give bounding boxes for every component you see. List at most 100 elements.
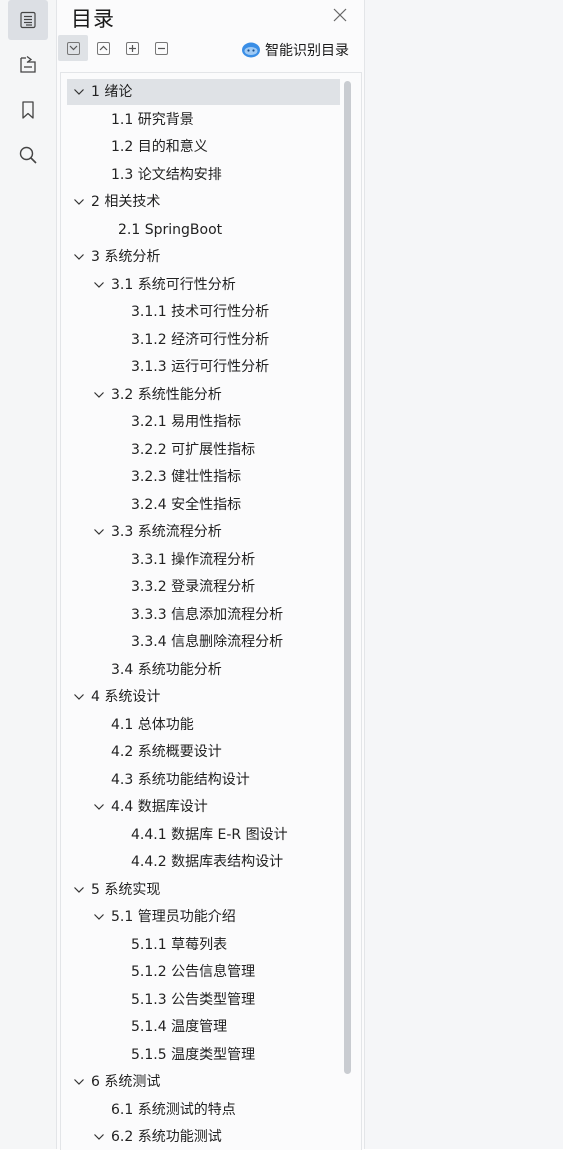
toc-item-label: 3.4 系统功能分析 (111, 661, 222, 678)
toc-item[interactable]: 6 系统测试 (67, 1069, 340, 1095)
chevron-down-icon[interactable] (73, 691, 85, 703)
toc-item-label: 5.1.1 草莓列表 (131, 936, 228, 953)
toc-item[interactable]: 4.1 总体功能 (67, 712, 340, 738)
bookmark-icon[interactable] (8, 90, 48, 130)
toc-item[interactable]: 3.3.2 登录流程分析 (67, 574, 340, 600)
toc-item[interactable]: 6.1 系统测试的特点 (67, 1097, 340, 1123)
toc-item-label: 4.2 系统概要设计 (111, 744, 222, 760)
toc-item[interactable]: 5.1.1 草莓列表 (67, 932, 340, 958)
chevron-down-icon[interactable] (93, 801, 105, 813)
toc-item[interactable]: 3.2.2 可扩展性指标 (67, 437, 340, 463)
left-toolbar (0, 0, 57, 1149)
toc-item-label: 3.1.1 技术可行性分析 (131, 304, 270, 320)
panel-title: 目录 (71, 7, 115, 31)
chevron-down-icon[interactable] (73, 196, 85, 208)
toc-item[interactable]: 3.1.3 运行可行性分析 (67, 354, 340, 380)
toc-item-label: 4.1 总体功能 (111, 716, 194, 733)
toc-item-label: 4.4.2 数据库表结构设计 (131, 854, 284, 870)
toc-item[interactable]: 5.1.4 温度管理 (67, 1014, 340, 1040)
toc-item-label: 5.1.2 公告信息管理 (131, 964, 256, 980)
expand-all-icon (66, 41, 80, 55)
outline-panel: 目录 智能识别目录 1 绪论 1.1 研究背景 1.2 目的和意义 1.3 论文结构安… (57, 0, 365, 1150)
plus-icon (125, 41, 139, 55)
chevron-down-icon[interactable] (93, 279, 105, 291)
toc-item-label: 1.3 论文结构安排 (111, 166, 222, 183)
collapse-all-button[interactable] (94, 39, 112, 57)
toc-item-label: 5.1.5 温度类型管理 (131, 1046, 256, 1063)
toc-item[interactable]: 5.1 管理员功能介绍 (67, 904, 340, 930)
toc-item[interactable]: 5 系统实现 (67, 877, 340, 903)
toc-item[interactable]: 6.2 系统功能测试 (67, 1124, 340, 1150)
toc-item-label: 6 系统测试 (91, 1074, 161, 1090)
chevron-down-icon[interactable] (93, 911, 105, 923)
toc-item[interactable]: 4 系统设计 (67, 684, 340, 710)
toc-item[interactable]: 5.1.5 温度类型管理 (67, 1042, 340, 1068)
toc-item[interactable]: 3.2.1 易用性指标 (67, 409, 340, 435)
toc-item[interactable]: 3.1 系统可行性分析 (67, 272, 340, 298)
close-icon[interactable] (331, 6, 349, 24)
toc-item-label: 1 绪论 (91, 84, 133, 100)
toc-item-label: 3.3.4 信息删除流程分析 (131, 634, 284, 650)
chevron-down-icon[interactable] (93, 526, 105, 538)
toc-item[interactable]: 3 系统分析 (67, 244, 340, 270)
toc-item-label: 5 系统实现 (91, 881, 161, 898)
toc-item[interactable]: 2.1 SpringBoot (67, 217, 340, 243)
chevron-down-icon[interactable] (73, 884, 85, 896)
chevron-down-icon[interactable] (93, 389, 105, 401)
toc-item-label: 5.1.3 公告类型管理 (131, 991, 256, 1008)
collapse-all-icon (96, 41, 110, 55)
toc-item-label: 3 系统分析 (91, 249, 161, 265)
toc-item-label: 5.1 管理员功能介绍 (111, 909, 236, 925)
toc-item[interactable]: 3.3 系统流程分析 (67, 519, 340, 545)
toc-item-label: 3.1.3 运行可行性分析 (131, 359, 270, 375)
smart-ai-icon (241, 41, 261, 59)
toc-item-label: 3.3.3 信息添加流程分析 (131, 606, 284, 623)
toc-item-label: 4.4 数据库设计 (111, 799, 208, 815)
toc-item[interactable]: 3.2 系统性能分析 (67, 382, 340, 408)
scrollbar-thumb[interactable] (344, 81, 351, 1074)
expand-all-button[interactable] (58, 35, 88, 61)
minus-icon (154, 41, 168, 55)
tags-icon[interactable] (8, 45, 48, 85)
toc-item-label: 3.2.2 可扩展性指标 (131, 441, 256, 458)
toc-item-label: 3.2 系统性能分析 (111, 386, 222, 403)
toc-item[interactable]: 4.3 系统功能结构设计 (67, 767, 340, 793)
toc-item-label: 3.1 系统可行性分析 (111, 276, 236, 293)
toc-item[interactable]: 1.2 目的和意义 (67, 134, 340, 160)
toc-item-label: 5.1.4 温度管理 (131, 1019, 228, 1035)
toc-item[interactable]: 2 相关技术 (67, 189, 340, 215)
toc-item[interactable]: 3.4 系统功能分析 (67, 657, 340, 683)
toc-item-label: 1.2 目的和意义 (111, 139, 208, 155)
chevron-down-icon[interactable] (73, 86, 85, 98)
toc-item[interactable]: 1 绪论 (67, 79, 340, 105)
chevron-down-icon[interactable] (73, 251, 85, 263)
chevron-down-icon[interactable] (93, 1131, 105, 1143)
toc-item[interactable]: 4.2 系统概要设计 (67, 739, 340, 765)
toc-item[interactable]: 5.1.3 公告类型管理 (67, 987, 340, 1013)
toc-item[interactable]: 4.4.1 数据库 E-R 图设计 (67, 822, 340, 848)
add-entry-button[interactable] (123, 39, 141, 57)
toc-item-label: 3.2.1 易用性指标 (131, 414, 242, 430)
toc-item[interactable]: 1.3 论文结构安排 (67, 162, 340, 188)
toc-item-label: 4.4.1 数据库 E-R 图设计 (131, 826, 288, 843)
toc-item[interactable]: 3.2.4 安全性指标 (67, 492, 340, 518)
toc-item[interactable]: 4.4.2 数据库表结构设计 (67, 849, 340, 875)
toc-item-label: 2 相关技术 (91, 194, 161, 210)
chevron-down-icon[interactable] (73, 1076, 85, 1088)
toc-item[interactable]: 3.3.3 信息添加流程分析 (67, 602, 340, 628)
toc-item[interactable]: 3.3.4 信息删除流程分析 (67, 629, 340, 655)
remove-entry-button[interactable] (152, 39, 170, 57)
toc-item[interactable]: 4.4 数据库设计 (67, 794, 340, 820)
toc-item-label: 3.2.3 健壮性指标 (131, 469, 242, 485)
toc-item-label: 4 系统设计 (91, 689, 161, 705)
toc-item[interactable]: 3.3.1 操作流程分析 (67, 547, 340, 573)
toc-item[interactable]: 5.1.2 公告信息管理 (67, 959, 340, 985)
toc-item[interactable]: 3.2.3 健壮性指标 (67, 464, 340, 490)
smart-recognize-button[interactable]: 智能识别目录 (241, 40, 349, 60)
toc-item[interactable]: 3.1.2 经济可行性分析 (67, 327, 340, 353)
outline-icon[interactable] (8, 0, 48, 40)
search-icon[interactable] (8, 135, 48, 175)
toc-item[interactable]: 3.1.1 技术可行性分析 (67, 299, 340, 325)
toc-item-label: 3.3.1 操作流程分析 (131, 551, 256, 568)
toc-item[interactable]: 1.1 研究背景 (67, 107, 340, 133)
